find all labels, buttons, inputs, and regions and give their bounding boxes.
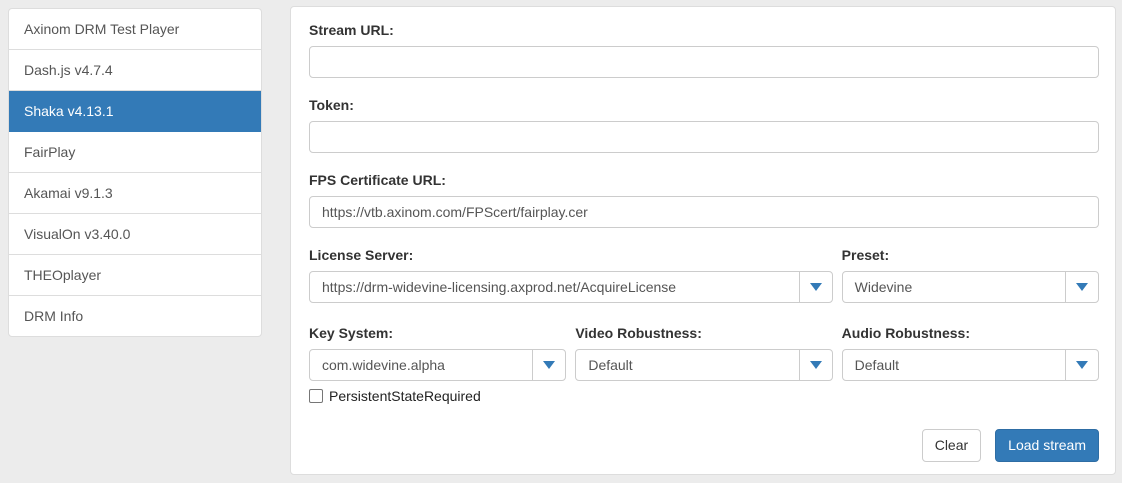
stream-url-label: Stream URL: xyxy=(309,23,1099,37)
key-system-select[interactable]: com.widevine.alpha xyxy=(309,349,566,381)
video-robustness-value: Default xyxy=(576,357,798,373)
fps-certificate-group: FPS Certificate URL: xyxy=(309,173,1099,228)
fps-certificate-url-label: FPS Certificate URL: xyxy=(309,173,1099,187)
license-server-label: License Server: xyxy=(309,248,833,262)
video-robustness-label: Video Robustness: xyxy=(575,326,832,340)
player-sidebar: Axinom DRM Test Player Dash.js v4.7.4 Sh… xyxy=(8,8,262,337)
token-label: Token: xyxy=(309,98,1099,112)
sidebar-item-drm-info[interactable]: DRM Info xyxy=(9,296,261,336)
key-system-label: Key System: xyxy=(309,326,566,340)
sidebar-item-akamai[interactable]: Akamai v9.1.3 xyxy=(9,173,261,214)
license-server-select[interactable]: https://drm-widevine-licensing.axprod.ne… xyxy=(309,271,833,303)
sidebar-item-shaka[interactable]: Shaka v4.13.1 xyxy=(9,91,261,132)
persistent-state-label: PersistentStateRequired xyxy=(329,388,481,404)
sidebar-item-axinom-drm-test-player[interactable]: Axinom DRM Test Player xyxy=(9,9,261,50)
stream-url-group: Stream URL: xyxy=(309,23,1099,78)
video-robustness-group: Video Robustness: Default xyxy=(575,326,832,381)
stream-config-panel: Stream URL: Token: FPS Certificate URL: … xyxy=(290,6,1116,475)
chevron-down-icon xyxy=(1076,283,1088,291)
token-input[interactable] xyxy=(309,121,1099,153)
chevron-down-icon xyxy=(810,361,822,369)
audio-robustness-value: Default xyxy=(843,357,1065,373)
clear-button[interactable]: Clear xyxy=(922,429,981,462)
license-server-arrow-zone[interactable] xyxy=(799,272,832,302)
audio-robustness-arrow-zone[interactable] xyxy=(1065,350,1098,380)
license-server-value: https://drm-widevine-licensing.axprod.ne… xyxy=(310,279,799,295)
preset-value: Widevine xyxy=(843,279,1065,295)
chevron-down-icon xyxy=(1076,361,1088,369)
preset-group: Preset: Widevine xyxy=(842,248,1099,303)
license-server-group: License Server: https://drm-widevine-lic… xyxy=(309,248,833,303)
chevron-down-icon xyxy=(810,283,822,291)
preset-select[interactable]: Widevine xyxy=(842,271,1099,303)
robustness-row: Key System: com.widevine.alpha Video Rob… xyxy=(309,326,1099,381)
audio-robustness-group: Audio Robustness: Default xyxy=(842,326,1099,381)
chevron-down-icon xyxy=(543,361,555,369)
key-system-group: Key System: com.widevine.alpha xyxy=(309,326,566,381)
load-stream-button[interactable]: Load stream xyxy=(995,429,1099,462)
license-preset-row: License Server: https://drm-widevine-lic… xyxy=(309,248,1099,303)
sidebar-item-visualon[interactable]: VisualOn v3.40.0 xyxy=(9,214,261,255)
audio-robustness-label: Audio Robustness: xyxy=(842,326,1099,340)
video-robustness-arrow-zone[interactable] xyxy=(799,350,832,380)
video-robustness-select[interactable]: Default xyxy=(575,349,832,381)
sidebar-item-theoplayer[interactable]: THEOplayer xyxy=(9,255,261,296)
token-group: Token: xyxy=(309,98,1099,153)
fps-certificate-url-input[interactable] xyxy=(309,196,1099,228)
audio-robustness-select[interactable]: Default xyxy=(842,349,1099,381)
action-button-row: Clear Load stream xyxy=(309,429,1099,462)
sidebar-item-dashjs[interactable]: Dash.js v4.7.4 xyxy=(9,50,261,91)
persistent-state-checkbox[interactable] xyxy=(309,389,323,403)
preset-label: Preset: xyxy=(842,248,1099,262)
key-system-arrow-zone[interactable] xyxy=(532,350,565,380)
key-system-value: com.widevine.alpha xyxy=(310,357,532,373)
stream-url-input[interactable] xyxy=(309,46,1099,78)
persistent-state-row: PersistentStateRequired xyxy=(309,388,1099,404)
sidebar-item-fairplay[interactable]: FairPlay xyxy=(9,132,261,173)
preset-arrow-zone[interactable] xyxy=(1065,272,1098,302)
